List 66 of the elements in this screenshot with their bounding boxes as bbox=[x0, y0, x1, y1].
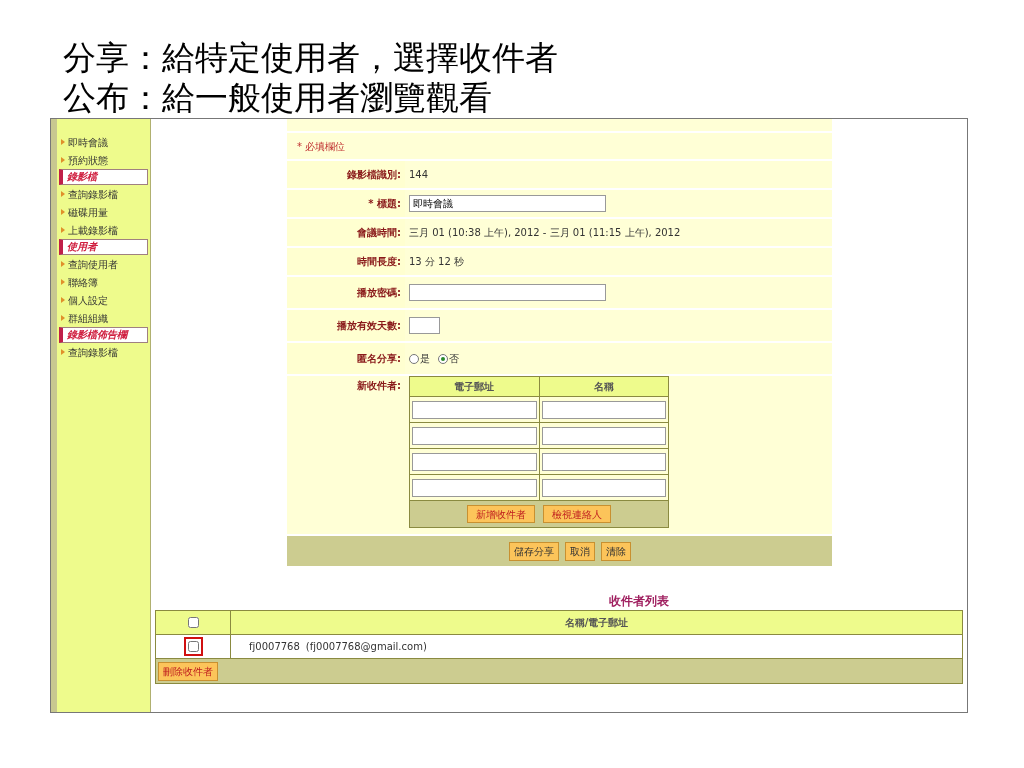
bullet-icon bbox=[61, 279, 65, 285]
field-value: 144 bbox=[409, 168, 429, 182]
sidebar-item[interactable]: 查詢使用者 bbox=[68, 256, 118, 272]
field-label: 時間長度: bbox=[357, 255, 401, 269]
input-field[interactable] bbox=[412, 452, 537, 471]
bullet-icon bbox=[61, 297, 65, 303]
sidebar-item[interactable]: 預約狀態 bbox=[68, 152, 108, 168]
delete-button[interactable]: 刪除收件者 bbox=[158, 661, 218, 681]
sidebar-item[interactable]: 個人設定 bbox=[68, 292, 108, 308]
radio-label: 否 bbox=[449, 352, 459, 366]
list-title: 收件者列表 bbox=[609, 593, 669, 610]
input-field[interactable] bbox=[412, 478, 537, 497]
input-field[interactable] bbox=[412, 400, 537, 419]
sidebar-item[interactable]: 聯絡簿 bbox=[68, 274, 98, 290]
bullet-icon bbox=[61, 191, 65, 197]
column-header: 名稱 bbox=[592, 380, 615, 394]
bullet-icon bbox=[61, 157, 65, 163]
checkbox[interactable] bbox=[187, 617, 199, 628]
slide-title: 公布：給一般使用者瀏覽觀看 bbox=[63, 78, 493, 118]
sidebar-item[interactable]: 上載錄影檔 bbox=[68, 222, 118, 238]
field-label: 匿名分享: bbox=[357, 352, 401, 366]
radio-button[interactable] bbox=[438, 353, 448, 364]
recipient-name: fj0007768 bbox=[249, 640, 300, 654]
recipient-email: (fj0007768@gmail.com) bbox=[305, 640, 427, 654]
bullet-icon bbox=[61, 349, 65, 355]
bullet-icon bbox=[61, 209, 65, 215]
sidebar-item[interactable]: 即時會議 bbox=[68, 134, 108, 150]
add-button[interactable]: 檢視連絡人 bbox=[543, 505, 611, 523]
field-label: 會議時間: bbox=[357, 226, 401, 240]
field-label: 播放有效天數: bbox=[337, 319, 401, 333]
sidebar-section: 使用者 bbox=[59, 239, 148, 255]
form-button[interactable]: 儲存分享 bbox=[508, 541, 559, 561]
field-label: 播放密碼: bbox=[357, 286, 401, 300]
field-label: * 標題: bbox=[368, 197, 401, 211]
radio-button[interactable] bbox=[409, 353, 419, 364]
sidebar-item[interactable]: 查詢錄影檔 bbox=[68, 344, 118, 360]
sidebar-item[interactable]: 查詢錄影檔 bbox=[68, 186, 118, 202]
input-field[interactable] bbox=[541, 400, 666, 419]
column-header: 電子郵址 bbox=[410, 377, 540, 396]
sidebar-section: 錄影檔 bbox=[59, 169, 148, 185]
sidebar-section: 錄影檔佈告欄 bbox=[59, 327, 148, 343]
field-value: 13 分 12 秒 bbox=[409, 255, 464, 269]
input-field[interactable] bbox=[412, 426, 537, 445]
column-header: 名稱/電子郵址 bbox=[564, 616, 629, 630]
form-button[interactable]: 清除 bbox=[600, 541, 631, 561]
input-field[interactable] bbox=[409, 284, 606, 301]
slide-title: 分享：給特定使用者，選擇收件者 bbox=[63, 38, 559, 78]
sidebar-item[interactable]: 群組組織 bbox=[68, 310, 108, 326]
bullet-icon bbox=[61, 227, 65, 233]
input-field[interactable] bbox=[409, 317, 440, 334]
bullet-icon bbox=[61, 315, 65, 321]
checkbox[interactable] bbox=[187, 641, 199, 652]
bullet-icon bbox=[61, 139, 65, 145]
input-field[interactable] bbox=[541, 478, 666, 497]
input-field[interactable] bbox=[541, 452, 666, 471]
radio-label: 是 bbox=[420, 352, 430, 366]
required-note: * 必填欄位 bbox=[297, 139, 346, 154]
form-button[interactable]: 取消 bbox=[564, 541, 595, 561]
field-label: 錄影檔識別: bbox=[347, 168, 401, 182]
sidebar-item[interactable]: 磁碟用量 bbox=[68, 204, 108, 220]
add-button[interactable]: 新增收件者 bbox=[467, 505, 535, 523]
bullet-icon bbox=[61, 261, 65, 267]
input-field[interactable]: 即時會議 bbox=[409, 195, 606, 212]
field-label: 新收件者: bbox=[357, 379, 401, 393]
input-field[interactable] bbox=[541, 426, 666, 445]
field-value: 三月 01 (10:38 上午), 2012 - 三月 01 (11:15 上午), 2012 bbox=[409, 226, 681, 240]
